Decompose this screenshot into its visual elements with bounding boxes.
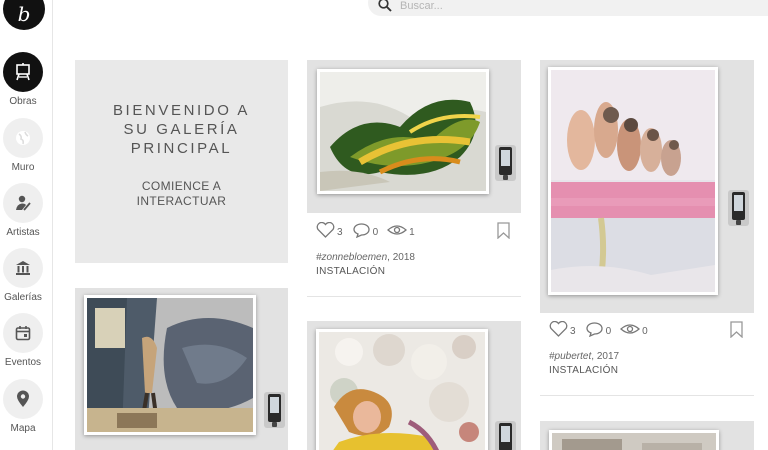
globe-icon: [3, 118, 43, 158]
comments-button[interactable]: 0: [352, 222, 379, 238]
calendar-icon: [3, 313, 43, 353]
divider: [307, 296, 521, 297]
sidebar: b Obras Muro Artistas Galerías Eventos M…: [0, 0, 53, 450]
artwork-year: , 2017: [591, 351, 620, 362]
heart-icon: [549, 321, 568, 337]
views-indicator: 0: [620, 321, 648, 337]
welcome-sub-line: COMIENCE A: [141, 179, 222, 193]
welcome-panel: BIENVENIDO A SU GALERÍA PRINCIPAL COMIEN…: [75, 60, 288, 263]
sidebar-item-label: Muro: [11, 162, 35, 173]
artwork-card[interactable]: [307, 60, 521, 213]
divider: [540, 395, 754, 396]
comments-count: 0: [372, 227, 379, 238]
sidebar-item-label: Eventos: [4, 357, 42, 368]
artwork-info: #pubertet, 2017 INSTALACIÓN: [549, 351, 619, 376]
sidebar-item-obras[interactable]: Obras: [0, 52, 46, 107]
sidebar-item-label: Obras: [9, 96, 37, 107]
artwork-image[interactable]: [551, 70, 715, 292]
search-input[interactable]: [400, 0, 700, 12]
artwork-stats: 3 0 1: [316, 222, 424, 238]
likes-button[interactable]: 3: [316, 222, 343, 238]
artwork-image[interactable]: [319, 332, 485, 450]
artwork-frame[interactable]: [316, 329, 488, 450]
sidebar-item-mapa[interactable]: Mapa: [0, 379, 46, 434]
likes-button[interactable]: 3: [549, 321, 576, 337]
comment-icon: [585, 322, 603, 337]
sidebar-item-label: Galerías: [4, 292, 42, 303]
eye-icon: [387, 225, 408, 235]
logo[interactable]: b: [3, 0, 45, 30]
views-indicator: 1: [387, 222, 415, 238]
phone-preview-icon[interactable]: [495, 145, 516, 181]
bookmark-icon[interactable]: [497, 222, 510, 239]
artwork-image[interactable]: [552, 433, 716, 450]
welcome-title-line: BIENVENIDO A: [112, 102, 251, 119]
artwork-frame[interactable]: [549, 430, 719, 450]
sidebar-item-artistas[interactable]: Artistas: [0, 183, 46, 238]
museum-icon: [3, 248, 43, 288]
comments-count: 0: [605, 326, 612, 337]
likes-count: 3: [570, 326, 576, 337]
welcome-title-line: SU GALERÍA: [123, 121, 240, 138]
map-pin-icon: [3, 379, 43, 419]
artwork-card[interactable]: [75, 288, 288, 450]
artwork-image[interactable]: [87, 298, 253, 432]
artwork-year: , 2018: [387, 252, 415, 263]
sidebar-item-label: Artistas: [6, 227, 40, 238]
artwork-type: INSTALACIÓN: [549, 365, 619, 376]
phone-preview-icon[interactable]: [264, 392, 285, 428]
heart-icon: [316, 222, 335, 238]
artwork-tag[interactable]: #pubertet: [549, 351, 591, 362]
bookmark-icon[interactable]: [730, 321, 743, 338]
welcome-title-line: PRINCIPAL: [130, 140, 233, 157]
logo-letter: b: [17, 2, 31, 26]
comment-icon: [352, 223, 370, 238]
artwork-card[interactable]: [307, 321, 521, 450]
easel-icon: [3, 52, 43, 92]
views-count: 1: [409, 227, 415, 238]
welcome-title: BIENVENIDO A SU GALERÍA PRINCIPAL: [75, 101, 288, 158]
views-count: 0: [642, 326, 648, 337]
artwork-tag[interactable]: #zonnebloemen: [316, 252, 387, 263]
sidebar-item-label: Mapa: [10, 423, 36, 434]
artwork-card[interactable]: [540, 421, 754, 450]
search-icon[interactable]: [378, 0, 392, 17]
eye-icon: [620, 324, 641, 334]
sidebar-item-eventos[interactable]: Eventos: [0, 313, 46, 368]
artist-icon: [3, 183, 43, 223]
artwork-image[interactable]: [320, 72, 486, 191]
phone-preview-icon[interactable]: [495, 421, 516, 450]
welcome-subtitle[interactable]: COMIENCE A INTERACTUAR: [75, 179, 288, 209]
likes-count: 3: [337, 227, 343, 238]
phone-preview-icon[interactable]: [728, 190, 749, 226]
artwork-card[interactable]: [540, 60, 754, 313]
comments-button[interactable]: 0: [585, 321, 612, 337]
welcome-sub-line: INTERACTUAR: [136, 194, 227, 208]
sidebar-item-galerias[interactable]: Galerías: [0, 248, 46, 303]
artwork-info: #zonnebloemen, 2018 INSTALACIÓN: [316, 252, 415, 277]
artwork-frame[interactable]: [84, 295, 256, 435]
artwork-type: INSTALACIÓN: [316, 266, 386, 277]
artwork-frame[interactable]: [317, 69, 489, 194]
artwork-stats: 3 0 0: [549, 321, 657, 337]
search-bar[interactable]: [368, 0, 768, 16]
sidebar-item-muro[interactable]: Muro: [0, 118, 46, 173]
artwork-frame[interactable]: [548, 67, 718, 295]
